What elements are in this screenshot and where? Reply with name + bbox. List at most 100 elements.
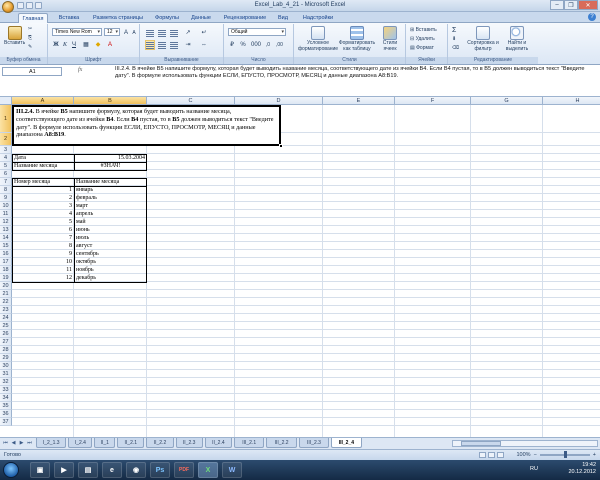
page-layout-view-icon[interactable] — [488, 452, 495, 458]
column-header-a[interactable]: A — [12, 97, 74, 105]
row-header-30[interactable]: 30 — [0, 362, 12, 370]
column-header-c[interactable]: C — [147, 97, 235, 105]
align-top-icon[interactable] — [146, 29, 154, 37]
comma-style-icon[interactable]: 000 — [250, 40, 261, 48]
font-color-icon[interactable]: A — [106, 40, 114, 48]
tab-view[interactable]: Вид — [274, 13, 292, 23]
month-number-cell[interactable]: 3 — [13, 202, 73, 210]
row-header-29[interactable]: 29 — [0, 354, 12, 362]
row-header-12[interactable]: 12 — [0, 218, 12, 226]
month-number-cell[interactable]: 8 — [13, 242, 73, 250]
decrease-decimal-icon[interactable]: ,00 — [275, 40, 283, 48]
sheet-tab[interactable]: III_2.3 — [298, 438, 330, 448]
sheet-tab[interactable]: II_2.2 — [146, 438, 174, 448]
start-button[interactable] — [3, 462, 19, 478]
tab-home[interactable]: Главная — [18, 13, 48, 23]
sheet-tab[interactable]: III_2_4 — [331, 438, 362, 448]
borders-icon[interactable]: ▦ — [82, 40, 90, 48]
row-header-33[interactable]: 33 — [0, 386, 12, 394]
cell-a7[interactable]: Номер месяца — [13, 178, 51, 186]
row-header-15[interactable]: 15 — [0, 242, 12, 250]
zoom-slider[interactable] — [539, 451, 590, 458]
row-header-17[interactable]: 17 — [0, 258, 12, 266]
cut-icon[interactable]: ✂ — [28, 26, 32, 33]
bold-button[interactable]: Ж — [52, 40, 60, 48]
cell-a5[interactable]: Название месяца — [13, 162, 58, 170]
month-name-cell[interactable]: октябрь — [75, 258, 97, 266]
clear-icon[interactable]: ⌫ — [452, 45, 459, 52]
delete-cells-button[interactable]: ⊟ Удалить — [410, 36, 435, 43]
row-header-23[interactable]: 23 — [0, 306, 12, 314]
find-select-button[interactable]: Найти и выделить — [502, 26, 532, 52]
cell-a4[interactable]: Дата — [13, 154, 27, 162]
next-sheet-icon[interactable]: ▶ — [18, 440, 25, 447]
language-indicator[interactable]: RU — [530, 466, 538, 472]
cell-styles-button[interactable]: Стили ячеек — [378, 26, 402, 52]
row-header-27[interactable]: 27 — [0, 338, 12, 346]
align-bottom-icon[interactable] — [170, 29, 178, 37]
row-header-31[interactable]: 31 — [0, 370, 12, 378]
month-name-cell[interactable]: июнь — [75, 226, 91, 234]
tab-review[interactable]: Рецензирование — [220, 13, 270, 23]
cell-b7[interactable]: Название месяца — [75, 178, 120, 186]
normal-view-icon[interactable] — [479, 452, 486, 458]
month-number-cell[interactable]: 6 — [13, 226, 73, 234]
zoom-in-icon[interactable]: + — [593, 452, 596, 458]
column-header-g[interactable]: G — [471, 97, 543, 105]
fill-handle[interactable] — [279, 144, 283, 148]
close-button[interactable]: ✕ — [578, 0, 598, 10]
column-header-f[interactable]: F — [395, 97, 471, 105]
column-header-b[interactable]: B — [74, 97, 147, 105]
month-number-cell[interactable]: 4 — [13, 210, 73, 218]
row-header-28[interactable]: 28 — [0, 346, 12, 354]
folder-icon[interactable]: ▤ — [78, 462, 98, 478]
row-header-24[interactable]: 24 — [0, 314, 12, 322]
month-name-cell[interactable]: август — [75, 242, 93, 250]
month-number-cell[interactable]: 1 — [13, 186, 73, 194]
paste-button[interactable]: Вставить — [4, 26, 25, 47]
row-header-7[interactable]: 7 — [0, 178, 12, 186]
shrink-font-icon[interactable]: A — [130, 28, 138, 36]
horizontal-scrollbar[interactable] — [452, 440, 598, 447]
month-name-cell[interactable]: февраль — [75, 194, 98, 202]
row-header-25[interactable]: 25 — [0, 322, 12, 330]
select-all-corner[interactable] — [0, 97, 12, 105]
row-header-13[interactable]: 13 — [0, 226, 12, 234]
zoom-level[interactable]: 100% — [516, 452, 530, 458]
month-name-cell[interactable]: апрель — [75, 210, 94, 218]
explorer-icon[interactable]: ▣ — [30, 462, 50, 478]
month-number-cell[interactable]: 12 — [13, 274, 73, 282]
percent-icon[interactable]: % — [239, 40, 247, 48]
scroll-thumb[interactable] — [461, 441, 501, 446]
row-header-18[interactable]: 18 — [0, 266, 12, 274]
chrome-icon[interactable]: ◉ — [126, 462, 146, 478]
month-name-cell[interactable]: ноябрь — [75, 266, 95, 274]
sheet-tab[interactable]: II_1 — [94, 438, 116, 448]
conditional-formatting-button[interactable]: Условное форматирование — [298, 26, 338, 52]
row-header-22[interactable]: 22 — [0, 298, 12, 306]
font-size-combo[interactable]: 12 — [104, 28, 120, 36]
merge-center-icon[interactable]: ⇔ — [200, 40, 208, 48]
sheet-tab[interactable]: II_2.1 — [117, 438, 145, 448]
row-header-32[interactable]: 32 — [0, 378, 12, 386]
row-header-11[interactable]: 11 — [0, 210, 12, 218]
row-header-2[interactable]: 2 — [0, 133, 12, 146]
sort-filter-button[interactable]: Сортировка и фильтр — [466, 26, 500, 52]
row-header-5[interactable]: 5 — [0, 162, 12, 170]
cell-b5[interactable]: #ЗНАЧ! — [75, 162, 146, 170]
zoom-out-icon[interactable]: − — [534, 452, 537, 458]
formula-input[interactable]: III.2.4. В ячейке B5 напишите формулу, к… — [115, 66, 597, 80]
fill-icon[interactable]: ⬇ — [452, 36, 456, 43]
font-name-combo[interactable]: Times New Rom — [52, 28, 102, 36]
sheet-tab[interactable]: I_2.4 — [68, 438, 93, 448]
cell-b4[interactable]: 15.03.2004 — [75, 154, 146, 162]
tab-page-layout[interactable]: Разметка страницы — [88, 13, 148, 23]
format-painter-icon[interactable]: ✎ — [28, 44, 32, 51]
row-header-19[interactable]: 19 — [0, 274, 12, 282]
prev-sheet-icon[interactable]: ◀ — [10, 440, 17, 447]
media-player-icon[interactable]: ▶ — [54, 462, 74, 478]
align-middle-icon[interactable] — [158, 29, 166, 37]
row-header-20[interactable]: 20 — [0, 282, 12, 290]
indent-icon[interactable]: ⇥ — [184, 40, 192, 48]
month-number-cell[interactable]: 2 — [13, 194, 73, 202]
